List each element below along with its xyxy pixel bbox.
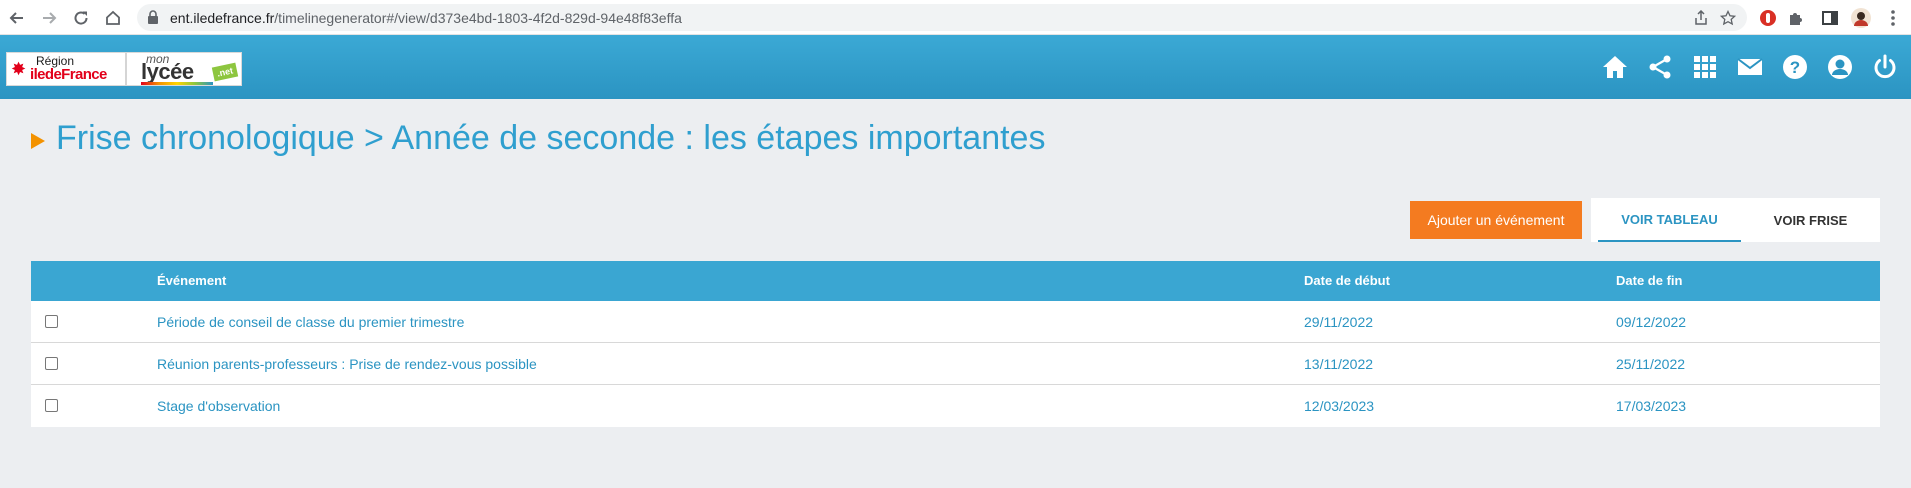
logos[interactable]: ✸ Région iledeFrance mon lycée .net: [6, 52, 242, 86]
event-link[interactable]: Réunion parents-professeurs : Prise de r…: [157, 343, 537, 385]
table-row: Période de conseil de classe du premier …: [31, 301, 1880, 343]
logo-separator: [125, 53, 127, 85]
lock-icon: [148, 10, 158, 24]
row-checkbox[interactable]: [45, 399, 58, 412]
region-logo[interactable]: ✸ Région iledeFrance: [7, 53, 124, 85]
home-icon[interactable]: [1598, 50, 1632, 84]
puzzle-extensions-icon[interactable]: [1786, 8, 1806, 28]
apps-grid-icon[interactable]: [1688, 50, 1722, 84]
table-row: Réunion parents-professeurs : Prise de r…: [31, 343, 1880, 385]
table-header: Événement Date de début Date de fin: [31, 261, 1880, 301]
end-date: 09/12/2022: [1616, 314, 1687, 330]
profile-avatar-icon[interactable]: [1851, 8, 1871, 28]
app-header: ✸ Région iledeFrance mon lycée .net ?: [0, 35, 1911, 99]
column-header-event[interactable]: Événement: [157, 261, 226, 301]
column-header-start-date[interactable]: Date de début: [1304, 261, 1390, 301]
address-bar[interactable]: ent.iledefrance.fr/timelinegenerator#/vi…: [137, 4, 1747, 31]
page-title: Frise chronologique > Année de seconde :…: [56, 119, 1046, 157]
url-text: ent.iledefrance.fr/timelinegenerator#/vi…: [170, 10, 682, 26]
back-arrow-icon[interactable]: [6, 7, 28, 29]
help-icon[interactable]: ?: [1778, 50, 1812, 84]
side-panel-icon[interactable]: [1820, 8, 1840, 28]
column-header-end-date[interactable]: Date de fin: [1616, 261, 1682, 301]
events-table: Événement Date de début Date de fin Péri…: [31, 261, 1880, 427]
table-row: Stage d'observation 12/03/2023 17/03/202…: [31, 385, 1880, 427]
share-icon[interactable]: [1643, 50, 1677, 84]
monlycee-underline: [141, 82, 213, 85]
start-date: 13/11/2022: [1304, 356, 1374, 372]
monlycee-net: .net: [211, 62, 239, 82]
reload-icon[interactable]: [70, 7, 92, 29]
start-date: 12/03/2023: [1304, 398, 1375, 414]
url-path: /timelinegenerator#/view/d373e4bd-1803-4…: [274, 10, 682, 26]
tab-view-table[interactable]: VOIR TABLEAU: [1598, 198, 1741, 242]
account-icon[interactable]: [1823, 50, 1857, 84]
browser-menu-icon[interactable]: [1883, 8, 1903, 28]
mail-icon[interactable]: [1733, 50, 1767, 84]
event-link[interactable]: Période de conseil de classe du premier …: [157, 301, 464, 343]
extension-shield-icon[interactable]: [1758, 8, 1778, 28]
start-date: 29/11/2022: [1304, 314, 1374, 330]
browser-toolbar: ent.iledefrance.fr/timelinegenerator#/vi…: [0, 0, 1911, 35]
end-date: 17/03/2023: [1616, 398, 1687, 414]
row-checkbox[interactable]: [45, 357, 58, 370]
event-link[interactable]: Stage d'observation: [157, 385, 280, 427]
region-logo-bottom: iledeFrance: [30, 66, 107, 83]
power-icon[interactable]: [1868, 50, 1902, 84]
view-toggle: VOIR TABLEAU VOIR FRISE: [1591, 198, 1880, 242]
bookmark-star-icon[interactable]: [1719, 9, 1737, 27]
end-date: 25/11/2022: [1616, 356, 1686, 372]
region-star-icon: ✸: [11, 59, 27, 79]
url-host: ent.iledefrance.fr: [170, 10, 275, 26]
monlycee-logo[interactable]: mon lycée .net: [129, 53, 241, 85]
row-checkbox[interactable]: [45, 315, 58, 328]
tab-view-timeline[interactable]: VOIR FRISE: [1741, 198, 1880, 242]
forward-arrow-icon[interactable]: [38, 7, 60, 29]
home-browser-icon[interactable]: [102, 7, 124, 29]
svg-text:?: ?: [1790, 58, 1800, 77]
monlycee-word: lycée: [141, 59, 194, 84]
share-page-icon[interactable]: [1692, 9, 1710, 27]
title-arrow-icon: [31, 133, 45, 149]
add-event-button[interactable]: Ajouter un événement: [1410, 201, 1582, 239]
